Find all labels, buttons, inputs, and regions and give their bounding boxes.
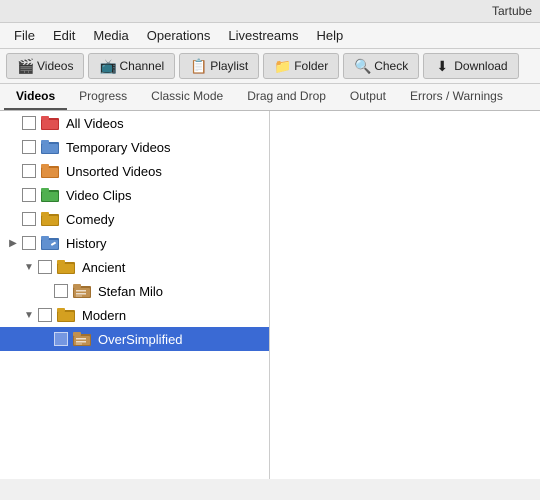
videos-icon: 🎬 [17, 58, 33, 74]
toolbar-check-button[interactable]: 🔍 Check [343, 53, 419, 79]
folder-icon-oversimplified [73, 331, 93, 347]
checkbox-all-videos[interactable] [22, 116, 36, 130]
menu-livestreams[interactable]: Livestreams [220, 25, 306, 46]
checkbox-temporary-videos[interactable] [22, 140, 36, 154]
main-content: All Videos Temporary Videos Unsorted Vid… [0, 111, 540, 479]
expand-btn-unsorted-videos [6, 164, 20, 178]
folder-icon-ancient [57, 259, 77, 275]
checkbox-unsorted-videos[interactable] [22, 164, 36, 178]
toolbar-check-label: Check [374, 59, 408, 73]
check-icon: 🔍 [354, 58, 370, 74]
menu-operations[interactable]: Operations [139, 25, 219, 46]
tabs: VideosProgressClassic ModeDrag and DropO… [0, 84, 540, 111]
folder-icon-comedy [41, 211, 61, 227]
app-title: Tartube [492, 4, 532, 18]
item-label-video-clips: Video Clips [66, 188, 132, 203]
tree-item-all-videos[interactable]: All Videos [0, 111, 269, 135]
expand-btn-video-clips [6, 188, 20, 202]
title-bar: Tartube [0, 0, 540, 23]
expand-btn-temporary-videos [6, 140, 20, 154]
tab-progress[interactable]: Progress [67, 84, 139, 110]
checkbox-comedy[interactable] [22, 212, 36, 226]
tree-item-history[interactable]: ▶ History [0, 231, 269, 255]
folder-icon-stefan-milo [73, 283, 93, 299]
item-label-stefan-milo: Stefan Milo [98, 284, 163, 299]
tab-output[interactable]: Output [338, 84, 398, 110]
expand-btn-modern[interactable]: ▼ [22, 308, 36, 322]
item-label-modern: Modern [82, 308, 126, 323]
expand-btn-comedy [6, 212, 20, 226]
toolbar-folder-button[interactable]: 📁 Folder [263, 53, 339, 79]
folder-icon-history [41, 235, 61, 251]
item-label-all-videos: All Videos [66, 116, 124, 131]
tree-item-ancient[interactable]: ▼ Ancient [0, 255, 269, 279]
toolbar-download-label: Download [454, 59, 507, 73]
checkbox-oversimplified[interactable] [54, 332, 68, 346]
expand-btn-ancient[interactable]: ▼ [22, 260, 36, 274]
item-label-ancient: Ancient [82, 260, 125, 275]
item-label-oversimplified: OverSimplified [98, 332, 183, 347]
menu-help[interactable]: Help [308, 25, 351, 46]
toolbar-videos-label: Videos [37, 59, 73, 73]
tab-drag-and-drop[interactable]: Drag and Drop [235, 84, 338, 110]
tree-item-oversimplified[interactable]: OverSimplified [0, 327, 269, 351]
menu-file[interactable]: File [6, 25, 43, 46]
toolbar: 🎬 Videos 📺 Channel 📋 Playlist 📁 Folder 🔍 Check ⬇ Do… [0, 49, 540, 84]
tree-item-comedy[interactable]: Comedy [0, 207, 269, 231]
expand-btn-stefan-milo [38, 284, 52, 298]
tab-errors-warnings[interactable]: Errors / Warnings [398, 84, 515, 110]
folder-icon-modern [57, 307, 77, 323]
channel-icon: 📺 [99, 58, 115, 74]
tree-item-video-clips[interactable]: Video Clips [0, 183, 269, 207]
expand-btn-oversimplified [38, 332, 52, 346]
folder-icon: 📁 [274, 58, 290, 74]
download-icon: ⬇ [434, 58, 450, 74]
tab-videos[interactable]: Videos [4, 84, 67, 110]
checkbox-video-clips[interactable] [22, 188, 36, 202]
toolbar-download-button[interactable]: ⬇ Download [423, 53, 518, 79]
expand-btn-history[interactable]: ▶ [6, 236, 20, 250]
tree-panel[interactable]: All Videos Temporary Videos Unsorted Vid… [0, 111, 270, 479]
toolbar-channel-label: Channel [119, 59, 164, 73]
tree-item-modern[interactable]: ▼ Modern [0, 303, 269, 327]
toolbar-videos-button[interactable]: 🎬 Videos [6, 53, 84, 79]
item-label-history: History [66, 236, 106, 251]
tab-classic-mode[interactable]: Classic Mode [139, 84, 235, 110]
toolbar-channel-button[interactable]: 📺 Channel [88, 53, 175, 79]
folder-icon-temporary-videos [41, 139, 61, 155]
checkbox-history[interactable] [22, 236, 36, 250]
toolbar-playlist-label: Playlist [210, 59, 248, 73]
menu-media[interactable]: Media [85, 25, 136, 46]
item-label-comedy: Comedy [66, 212, 114, 227]
tree-item-temporary-videos[interactable]: Temporary Videos [0, 135, 269, 159]
tree-item-stefan-milo[interactable]: Stefan Milo [0, 279, 269, 303]
expand-btn-all-videos [6, 116, 20, 130]
folder-icon-video-clips [41, 187, 61, 203]
folder-icon-all-videos [41, 115, 61, 131]
menu-bar: FileEditMediaOperationsLivestreamsHelp [0, 23, 540, 49]
tree-item-unsorted-videos[interactable]: Unsorted Videos [0, 159, 269, 183]
menu-edit[interactable]: Edit [45, 25, 83, 46]
toolbar-playlist-button[interactable]: 📋 Playlist [179, 53, 259, 79]
checkbox-ancient[interactable] [38, 260, 52, 274]
folder-icon-unsorted-videos [41, 163, 61, 179]
playlist-icon: 📋 [190, 58, 206, 74]
toolbar-folder-label: Folder [294, 59, 328, 73]
right-panel [270, 111, 540, 479]
checkbox-modern[interactable] [38, 308, 52, 322]
item-label-unsorted-videos: Unsorted Videos [66, 164, 162, 179]
checkbox-stefan-milo[interactable] [54, 284, 68, 298]
item-label-temporary-videos: Temporary Videos [66, 140, 171, 155]
